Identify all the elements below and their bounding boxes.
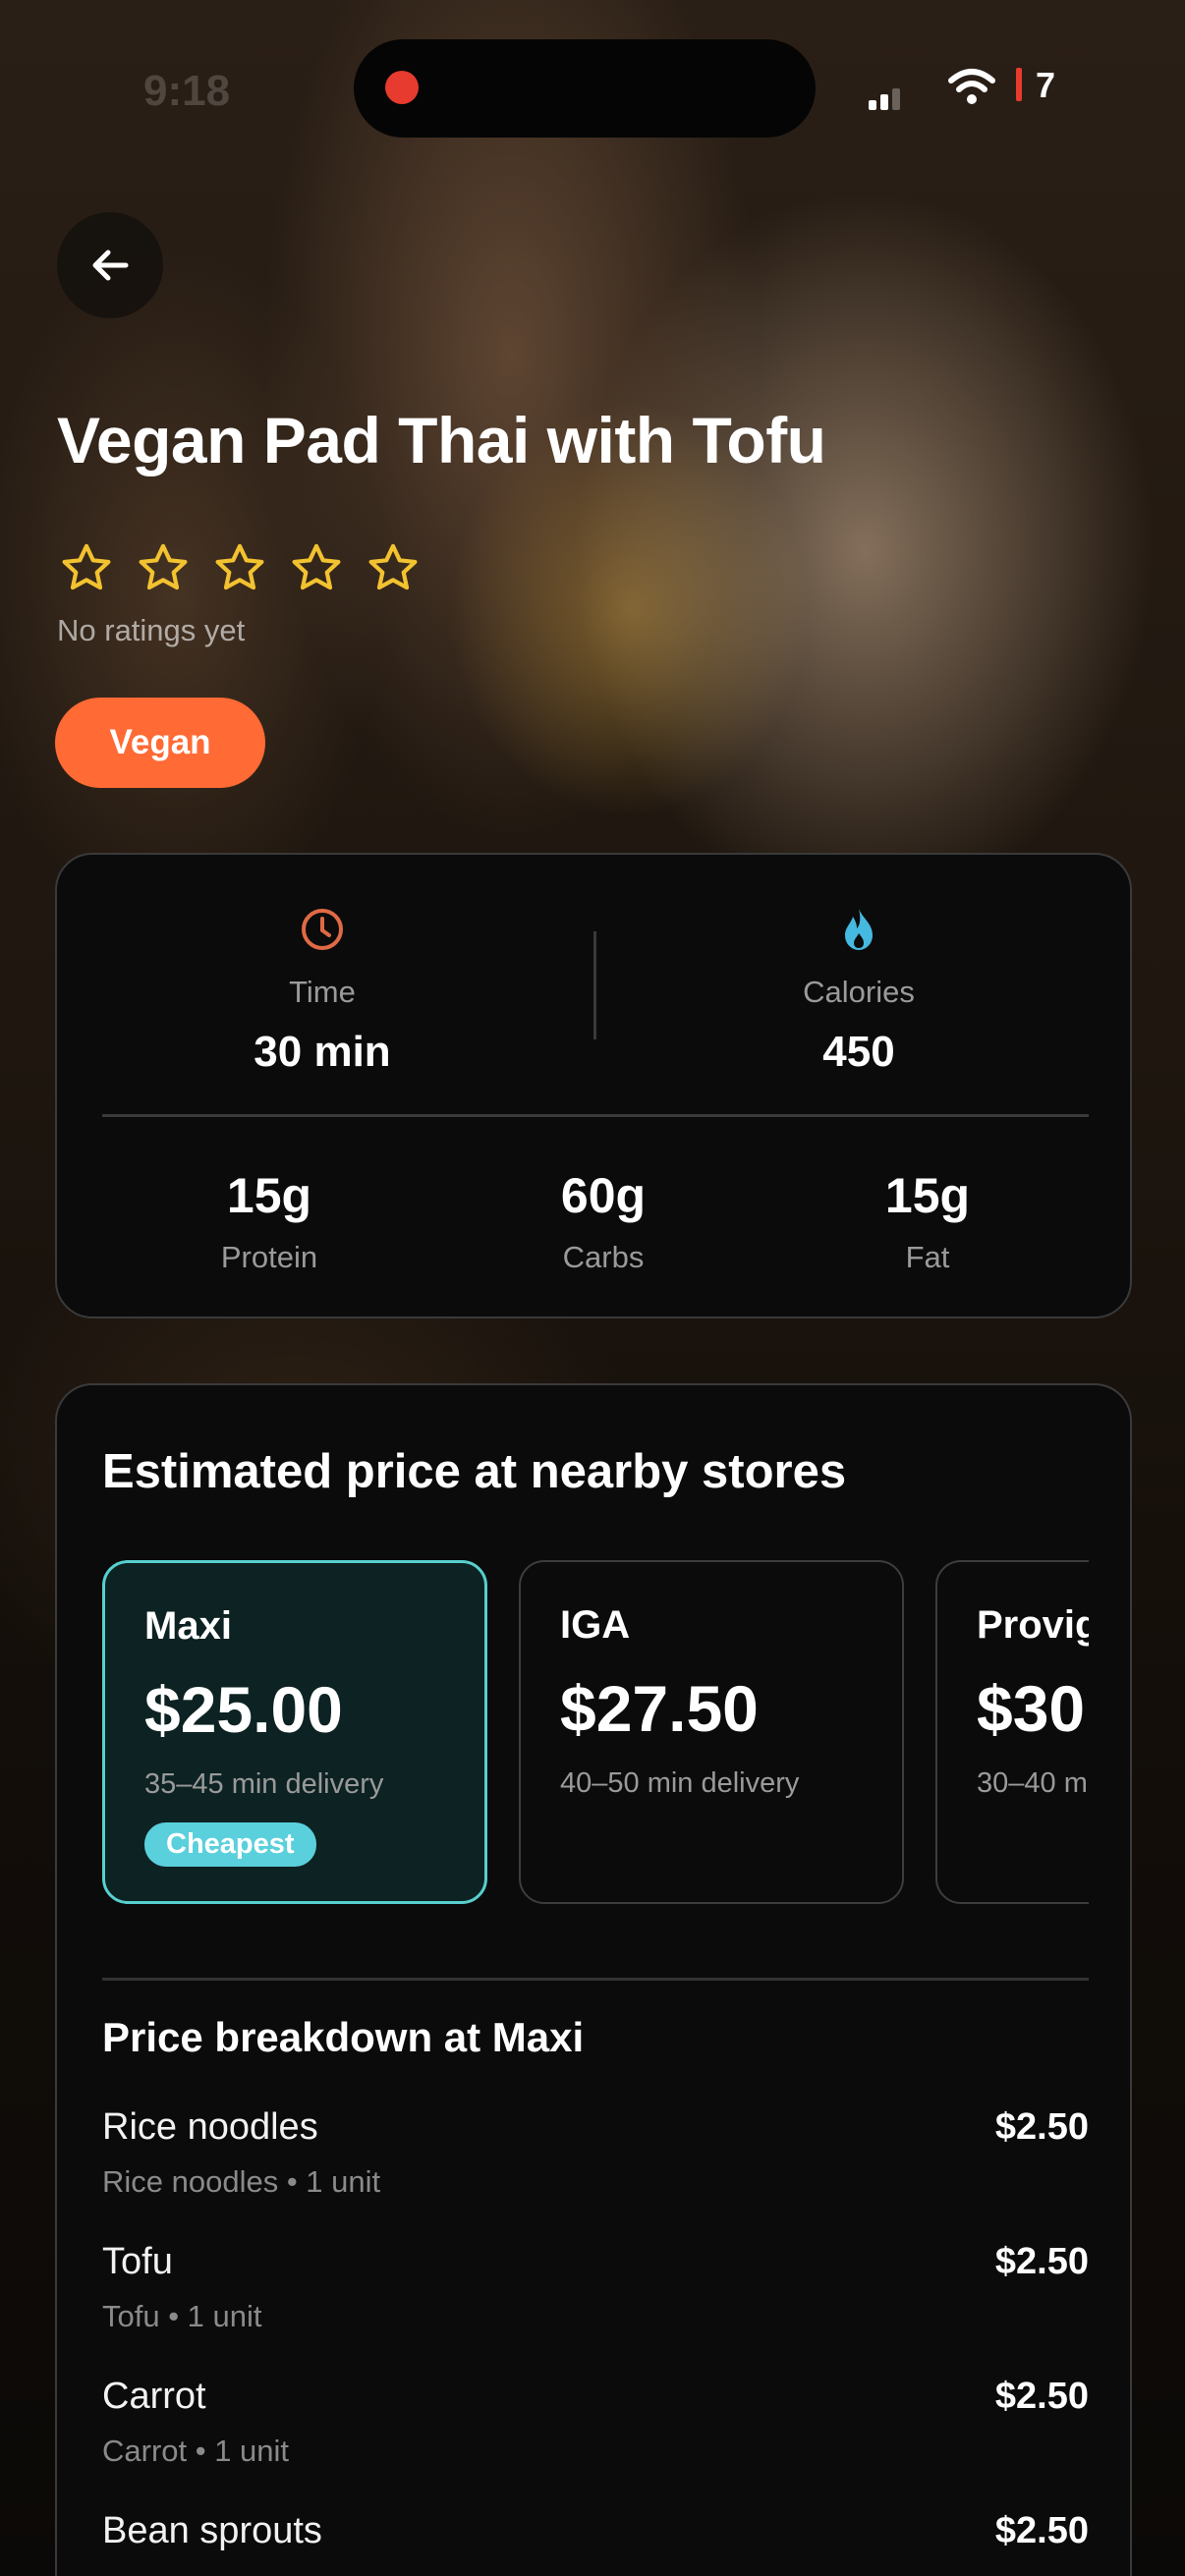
store-price: $27.50 bbox=[560, 1672, 759, 1745]
macro-value: 60g bbox=[560, 1168, 647, 1223]
ingredient-name: Bean sprouts bbox=[102, 2510, 322, 2551]
star-icon[interactable] bbox=[59, 540, 114, 595]
ingredient-price-list: Rice noodles Rice noodles • 1 unit $2.50… bbox=[102, 2106, 1089, 2576]
store-card-iga[interactable]: IGA $27.50 40–50 min delivery bbox=[519, 1560, 904, 1904]
macro-label: Protein bbox=[220, 1240, 318, 1274]
store-name: Maxi bbox=[144, 1604, 232, 1648]
ingredient-price: $2.50 bbox=[994, 2241, 1089, 2282]
calories-value: 450 bbox=[822, 1028, 895, 1076]
macro-label: Fat bbox=[905, 1240, 950, 1274]
store-price: $25.00 bbox=[144, 1673, 343, 1746]
store-delivery-time: 40–50 min delivery bbox=[560, 1767, 800, 1799]
nutrition-card: Time 30 min Calories 450 15g Protein 60g… bbox=[55, 853, 1132, 1318]
store-card-provigo[interactable]: Provigo $30.00 30–40 min delivery bbox=[935, 1560, 1089, 1904]
recipe-title: Vegan Pad Thai with Tofu bbox=[57, 404, 826, 476]
cellular-signal-icon bbox=[869, 77, 908, 110]
battery-indicator: 7 bbox=[1016, 65, 1055, 106]
store-name: IGA bbox=[560, 1603, 631, 1647]
star-icon[interactable] bbox=[289, 540, 344, 595]
rating-stars[interactable] bbox=[59, 540, 421, 595]
store-carousel[interactable]: Maxi $25.00 35–45 min delivery Cheapest … bbox=[102, 1560, 1089, 1908]
store-price: $30.00 bbox=[977, 1672, 1089, 1745]
ingredient-price: $2.50 bbox=[994, 2106, 1089, 2148]
macro-protein: 15g Protein bbox=[132, 1167, 407, 1275]
star-icon[interactable] bbox=[366, 540, 421, 595]
clock-icon bbox=[302, 909, 343, 950]
time-label: Time bbox=[289, 975, 356, 1009]
time-stat: Time 30 min bbox=[67, 906, 578, 1077]
flame-icon bbox=[845, 909, 873, 950]
back-button[interactable] bbox=[57, 212, 163, 318]
list-item: Rice noodles Rice noodles • 1 unit $2.50 bbox=[102, 2106, 1089, 2241]
diet-tag-vegan: Vegan bbox=[55, 698, 265, 788]
ingredient-price: $2.50 bbox=[994, 2510, 1089, 2551]
wifi-icon bbox=[948, 69, 995, 104]
rating-status-text: No ratings yet bbox=[57, 613, 246, 647]
macro-value: 15g bbox=[884, 1168, 971, 1223]
calories-label: Calories bbox=[803, 975, 915, 1009]
battery-low-icon bbox=[1016, 68, 1022, 101]
store-delivery-time: 35–45 min delivery bbox=[144, 1768, 384, 1800]
dynamic-island bbox=[354, 39, 816, 138]
macro-carbs: 60g Carbs bbox=[466, 1167, 741, 1275]
ingredient-name: Carrot bbox=[102, 2376, 206, 2417]
star-icon[interactable] bbox=[212, 540, 267, 595]
time-value: 30 min bbox=[254, 1028, 391, 1076]
cheapest-badge: Cheapest bbox=[144, 1822, 316, 1867]
store-delivery-time: 30–40 min delivery bbox=[977, 1767, 1089, 1799]
list-item: Bean sprouts $2.50 bbox=[102, 2510, 1089, 2576]
ingredient-detail: Carrot • 1 unit bbox=[102, 2434, 290, 2468]
status-time: 9:18 bbox=[143, 67, 231, 115]
price-section-title: Estimated price at nearby stores bbox=[102, 1445, 847, 1498]
ingredient-detail: Rice noodles • 1 unit bbox=[102, 2164, 381, 2199]
macro-label: Carbs bbox=[562, 1240, 645, 1274]
macro-value: 15g bbox=[226, 1168, 312, 1223]
calories-stat: Calories 450 bbox=[603, 906, 1114, 1077]
price-breakdown-title: Price breakdown at Maxi bbox=[102, 2014, 585, 2060]
arrow-left-icon bbox=[92, 250, 129, 281]
star-icon[interactable] bbox=[136, 540, 191, 595]
list-item: Carrot Carrot • 1 unit $2.50 bbox=[102, 2376, 1089, 2510]
section-divider bbox=[102, 1978, 1089, 1981]
store-card-maxi[interactable]: Maxi $25.00 35–45 min delivery Cheapest bbox=[102, 1560, 487, 1904]
section-divider bbox=[102, 1114, 1089, 1117]
battery-level: 7 bbox=[1036, 65, 1056, 105]
store-name: Provigo bbox=[977, 1603, 1089, 1647]
list-item: Tofu Tofu • 1 unit $2.50 bbox=[102, 2241, 1089, 2376]
status-bar: 9:18 7 bbox=[0, 0, 1185, 177]
stat-divider bbox=[593, 931, 596, 1039]
macro-fat: 15g Fat bbox=[790, 1167, 1065, 1275]
ingredient-name: Rice noodles bbox=[102, 2106, 318, 2148]
price-card: Estimated price at nearby stores Maxi $2… bbox=[55, 1383, 1132, 2576]
ingredient-name: Tofu bbox=[102, 2241, 173, 2282]
ingredient-price: $2.50 bbox=[994, 2376, 1089, 2417]
ingredient-detail: Tofu • 1 unit bbox=[102, 2299, 262, 2333]
recording-indicator-icon bbox=[385, 71, 419, 104]
